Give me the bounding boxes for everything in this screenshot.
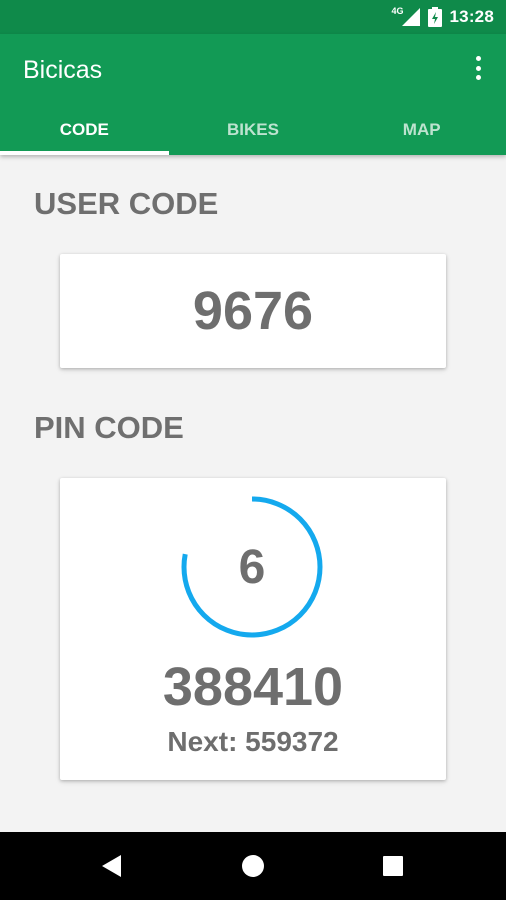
pin-code-value: 388410 xyxy=(162,657,344,717)
next-pin-code: Next: 559372 xyxy=(167,726,339,757)
countdown-number: 6 xyxy=(238,540,266,594)
back-icon[interactable] xyxy=(82,832,142,900)
status-bar: 4G 13:28 xyxy=(0,0,506,34)
user-code-card: 9676 xyxy=(60,254,446,368)
app-title: Bicicas xyxy=(23,56,103,84)
signal-icon xyxy=(401,8,420,26)
tab-bikes[interactable]: BIKES xyxy=(169,105,338,155)
countdown-timer: 6 xyxy=(181,496,323,638)
home-icon[interactable] xyxy=(223,832,283,900)
signal-indicator: 4G xyxy=(392,6,420,26)
battery-charging-icon xyxy=(427,7,442,27)
tab-code[interactable]: CODE xyxy=(0,105,169,155)
recents-icon[interactable] xyxy=(363,832,423,900)
navigation-bar xyxy=(0,832,506,900)
app-bar: Bicicas CODE BIKES MAP xyxy=(0,34,506,155)
tab-bar: CODE BIKES MAP xyxy=(0,105,506,155)
user-code-value: 9676 xyxy=(192,281,314,341)
tab-map[interactable]: MAP xyxy=(337,105,506,155)
user-code-heading: USER CODE xyxy=(34,186,219,221)
pin-code-heading: PIN CODE xyxy=(34,410,184,445)
status-time: 13:28 xyxy=(449,7,494,26)
pin-code-card: 6 388410 Next: 559372 xyxy=(60,478,446,780)
more-vert-icon[interactable] xyxy=(468,56,488,80)
